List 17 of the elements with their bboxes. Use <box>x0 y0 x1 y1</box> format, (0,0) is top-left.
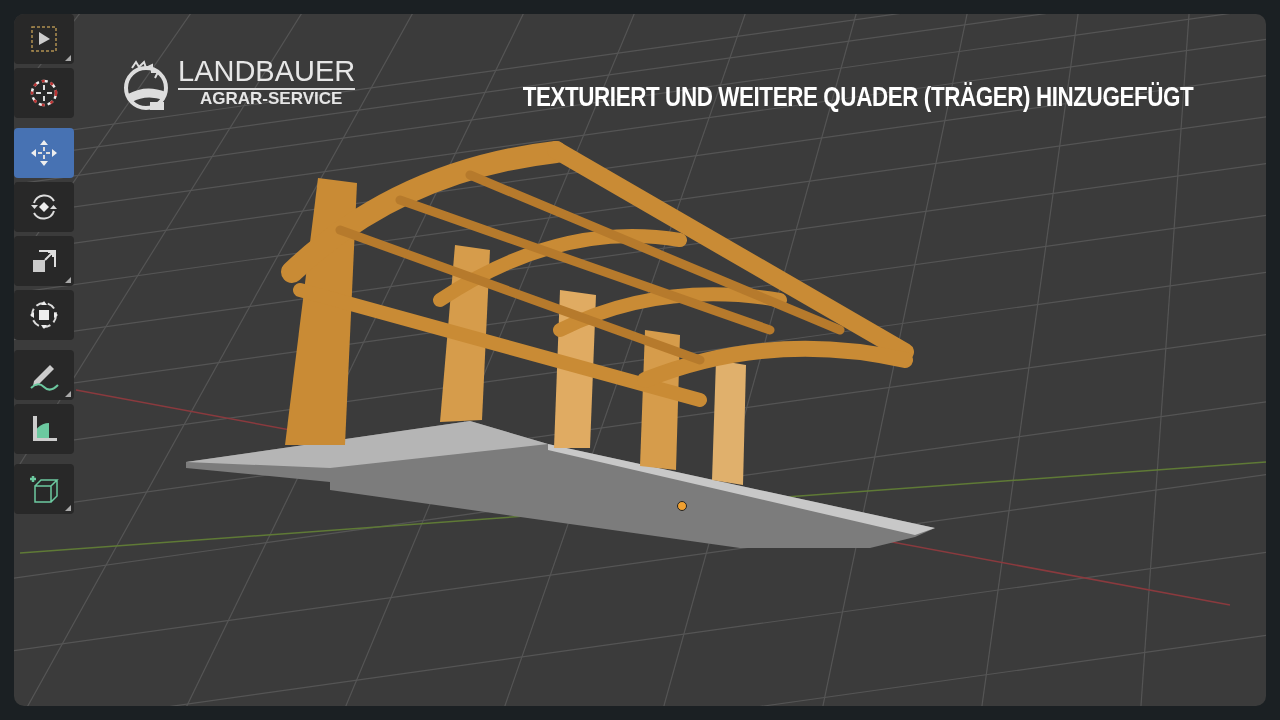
3d-viewport[interactable]: LANDBAUER AGRAR-SERVICE TEXTURIERT UND WEITERE QUADER (TRÄGER) HINZUGEFÜGT <box>14 14 1266 706</box>
logo-subtitle: AGRAR-SERVICE <box>199 90 344 109</box>
submenu-corner-icon <box>65 55 71 61</box>
logo-name: LANDBAUER <box>178 57 356 91</box>
video-caption: TEXTURIERT UND WEITERE QUADER (TRÄGER) HINZUGEFÜGT <box>522 80 1194 114</box>
tool-button[interactable] <box>14 350 74 400</box>
submenu-corner-icon <box>65 277 71 283</box>
submenu-corner-icon <box>65 505 71 511</box>
origin-point <box>677 501 687 511</box>
tool-button[interactable] <box>14 236 74 286</box>
tool-button[interactable] <box>14 182 74 232</box>
tool-button[interactable] <box>14 68 74 118</box>
tool-button[interactable] <box>14 464 74 514</box>
tool-button[interactable] <box>14 404 74 454</box>
tool-button[interactable] <box>14 14 74 64</box>
submenu-corner-icon <box>65 391 71 397</box>
tool-button[interactable] <box>14 290 74 340</box>
